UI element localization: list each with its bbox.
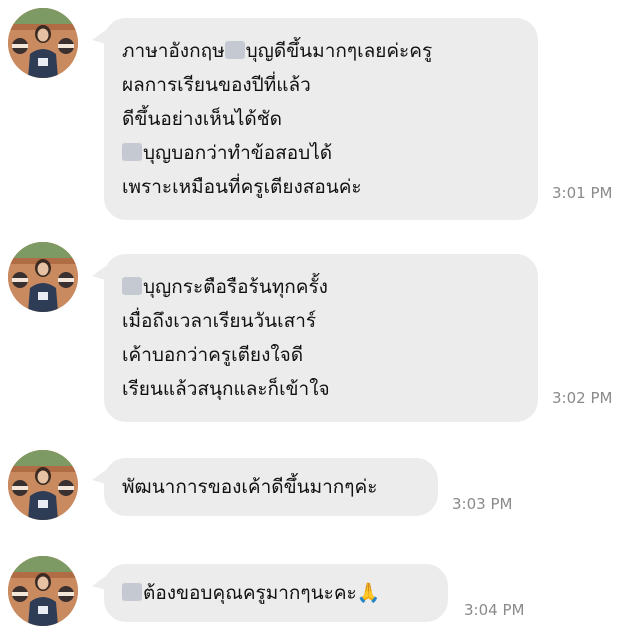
redacted-name [122, 143, 142, 161]
message-bubble[interactable]: ต้องขอบคุณครูมากๆนะคะ🙏 [92, 564, 448, 622]
bubble-tail [92, 266, 106, 280]
message-line: ผลการเรียนของปีที่แล้ว [122, 74, 311, 96]
bubble-tail [92, 30, 106, 44]
message-line: เรียนแล้วสนุกและก็เข้าใจ [122, 378, 330, 400]
message-timestamp: 3:03 PM [452, 495, 513, 513]
message-bubble[interactable]: พัฒนาการของเค้าดีขึ้นมากๆค่ะ [92, 458, 438, 516]
chat-thread: ภาษาอังกฤษ บุญดีขึ้นมากๆเลยค่ะครู ผลการเร… [0, 0, 640, 640]
message-timestamp: 3:01 PM [552, 184, 613, 202]
message-line: เมื่อถึงเวลาเรียนวันเสาร์ [122, 310, 317, 332]
message-line: บุญกระตือรือร้นทุกครั้ง [122, 270, 518, 304]
sender-avatar[interactable] [8, 242, 78, 312]
sender-avatar[interactable] [8, 450, 78, 520]
message-line: ดีขึ้นอย่างเห็นได้ชัด [122, 108, 282, 130]
message-line: พัฒนาการของเค้าดีขึ้นมากๆค่ะ [122, 476, 378, 498]
redacted-name [122, 583, 142, 601]
message-line: ต้องขอบคุณครูมากๆนะคะ🙏 [122, 576, 428, 610]
message-bubble[interactable]: บุญกระตือรือร้นทุกครั้ง เมื่อถึงเวลาเรีย… [92, 254, 538, 422]
message-timestamp: 3:02 PM [552, 389, 613, 407]
bubble-tail [92, 576, 106, 590]
message-line: ภาษาอังกฤษ บุญดีขึ้นมากๆเลยค่ะครู [122, 40, 433, 62]
redacted-name [122, 277, 142, 295]
message-line: เค้าบอกว่าครูเตียงใจดี [122, 344, 304, 366]
message-timestamp: 3:04 PM [464, 601, 525, 619]
sender-avatar[interactable] [8, 8, 78, 78]
message-line: เพราะเหมือนที่ครูเตียงสอนค่ะ [122, 176, 362, 198]
bubble-tail [92, 470, 106, 484]
message-bubble[interactable]: ภาษาอังกฤษ บุญดีขึ้นมากๆเลยค่ะครู ผลการเร… [92, 18, 538, 220]
redacted-name [224, 41, 245, 59]
message-line: บุญบอกว่าทำข้อสอบได้ [122, 136, 518, 170]
sender-avatar[interactable] [8, 556, 78, 626]
